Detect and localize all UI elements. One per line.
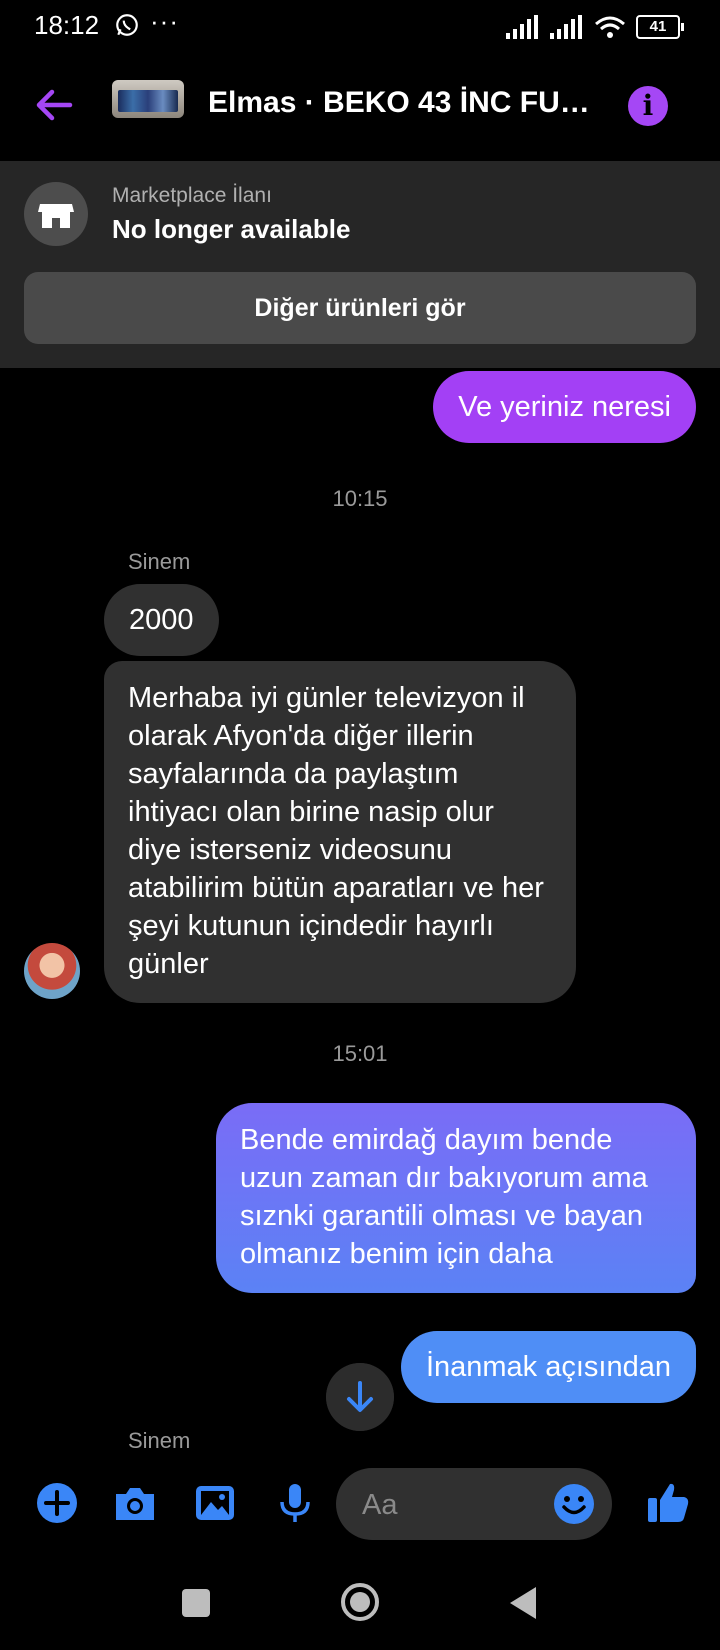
recent-apps-button[interactable]: [182, 1589, 210, 1617]
message-timestamp: 10:15: [332, 486, 388, 511]
listing-thumbnail[interactable]: [112, 80, 184, 118]
status-time: 18:12: [34, 10, 100, 40]
status-icons: 41: [506, 14, 684, 40]
plus-icon[interactable]: [34, 1480, 80, 1526]
emoji-icon[interactable]: [552, 1482, 596, 1526]
status-more-dots: ···: [150, 6, 179, 36]
back-arrow-icon[interactable]: [32, 82, 78, 128]
message-input[interactable]: [360, 1484, 544, 1526]
camera-icon[interactable]: [112, 1480, 158, 1526]
message-timestamp: 15:01: [332, 1041, 388, 1066]
signal-icon: [550, 15, 582, 39]
message-incoming[interactable]: 2000: [104, 584, 219, 656]
sender-name: Sinem: [128, 1428, 191, 1453]
sender-name: Sinem: [128, 549, 191, 574]
tv-screen-image: [118, 90, 178, 112]
battery-icon: 41: [636, 15, 684, 39]
listing-status: No longer available: [112, 214, 351, 244]
message-outgoing[interactable]: Ve yeriniz neresi: [433, 371, 696, 443]
gallery-icon[interactable]: [192, 1480, 238, 1526]
thumbs-up-icon[interactable]: [644, 1478, 692, 1526]
message-composer[interactable]: [336, 1468, 612, 1540]
see-other-items-button[interactable]: Diğer ürünleri gör: [24, 272, 696, 344]
signal-icon: [506, 15, 538, 39]
microphone-icon[interactable]: [272, 1480, 318, 1526]
wifi-icon: [595, 16, 625, 38]
info-icon[interactable]: i: [628, 86, 668, 126]
arrow-down-icon[interactable]: [326, 1363, 394, 1431]
message-outgoing[interactable]: Bende emirdağ dayım bende uzun zaman dır…: [216, 1103, 696, 1293]
shop-icon: [24, 182, 88, 246]
message-outgoing[interactable]: İnanmak açısından: [400, 1331, 696, 1403]
home-button[interactable]: [340, 1582, 380, 1622]
whatsapp-icon: [116, 14, 138, 36]
marketplace-label: Marketplace İlanı: [112, 184, 272, 207]
nav-back-button[interactable]: [508, 1585, 538, 1621]
message-incoming[interactable]: Merhaba iyi günler televizyon il olarak …: [104, 661, 576, 1003]
avatar[interactable]: [24, 943, 80, 999]
conversation-title[interactable]: Elmas · BEKO 43 İNC FULL HD SMART TV: [208, 86, 600, 120]
